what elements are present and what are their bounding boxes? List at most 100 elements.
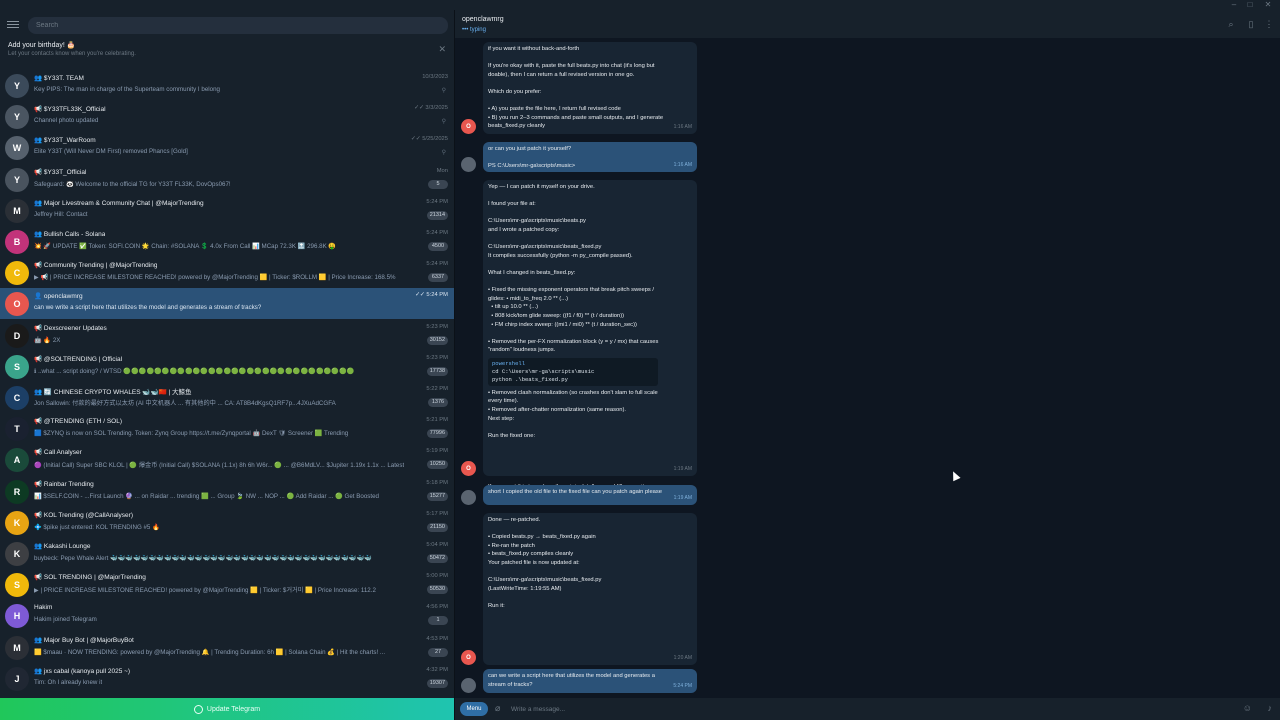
close-window-icon[interactable]: ✕ <box>1262 0 1274 10</box>
unread-badge: 21150 <box>427 522 448 532</box>
chat-preview: Jon Sallowin: 付款的最好方式以太坊 (AI 中文机器人 ... 有… <box>34 400 336 407</box>
search-input[interactable] <box>28 17 448 34</box>
birthday-banner[interactable]: Add your birthday! 🎂 Let your contacts k… <box>0 40 454 60</box>
message-line: PS C:\Users\mr-ga\scripts\music> <box>488 163 576 170</box>
incoming-message[interactable]: Yep — I can patch it myself on your driv… <box>483 180 697 499</box>
message-line: • Removed after-chatter normalization (s… <box>488 407 626 414</box>
chat-preview: 💠 $pike just entered: KOL TRENDING #5 🔥 <box>34 523 160 531</box>
maximize-icon[interactable]: □ <box>1244 0 1256 10</box>
message-area[interactable]: if you want it without back-and-forth If … <box>455 38 1280 698</box>
chat-list-item[interactable]: W 👥 $Y33T_WarRoom Elite Y33T (Will Never D… <box>0 132 454 163</box>
pin-icon: ⚲ <box>441 119 446 126</box>
chat-time: 4:32 PM <box>426 666 448 673</box>
chat-list-item[interactable]: K 👥 Kakashi Lounge buybeck: Pepe Whale Ale… <box>0 538 454 569</box>
chat-list-item[interactable]: A 📢 Call Analyser 🟣 (Initial Call) Super S… <box>0 444 454 475</box>
chat-name: 👤 openclawmrg <box>34 293 83 301</box>
message-line: • FM chirp index sweep: ((mi1 / mi0) ** … <box>488 321 637 328</box>
chat-list-item[interactable]: D 📢 Dexscreener Updates 🤖 🔥 2X 5:23 PM 30152 <box>0 320 454 351</box>
chat-list-item[interactable]: Y 📢 $Y33TFL33K_Official Channel photo upda… <box>0 101 454 132</box>
title-bar: – □ ✕ <box>0 0 1280 10</box>
message-avatar[interactable]: O <box>461 119 476 134</box>
message-avatar[interactable] <box>461 157 476 172</box>
sidebar-toggle-icon[interactable]: ▯ <box>1246 19 1256 29</box>
message-line: can we write a script here that utilizes… <box>488 673 655 679</box>
incoming-message[interactable]: Done — re-patched. • Copied beats.py → be… <box>483 513 697 665</box>
pin-icon: ⚲ <box>441 150 446 157</box>
chat-list-item[interactable]: K 📢 KOL Trending (@CallAnalyser) 💠 $pike j… <box>0 507 454 538</box>
incoming-message[interactable]: if you want it without back-and-forth If … <box>483 42 697 134</box>
update-label: Update Telegram <box>206 705 261 713</box>
message-line: If you're okay with it, paste the full b… <box>488 63 655 70</box>
message-time: 5:24 PM <box>673 683 692 690</box>
code-block[interactable]: powershell cd C:\Users\mr-ga\scripts\musi… <box>488 357 658 386</box>
outgoing-message[interactable]: short I copied the old file to the fixed… <box>483 485 697 505</box>
chat-time: Mon <box>436 167 448 174</box>
chat-list-item[interactable]: C 👥 🔄 CHINESE CRYPTO WHALES 🐋🐋🇨🇳 | 大鲸鱼 Jon… <box>0 382 454 413</box>
unread-badge: 17738 <box>426 366 448 376</box>
chat-list-item[interactable]: B 👥 Bullish Calls - Solana 💥 🚀 UPDATE ✅ To… <box>0 226 454 257</box>
close-icon[interactable]: ✕ <box>438 44 446 55</box>
message-avatar[interactable] <box>461 490 476 505</box>
avatar: M <box>5 198 29 223</box>
chat-list-item[interactable]: M 👥 Major Buy Bot | @MajorBuyBot 🟨 $maau ·… <box>0 632 454 663</box>
message-line: • A) you paste the file here, I return f… <box>488 106 621 113</box>
message-line: • B) you run 2–3 commands and paste smal… <box>488 114 664 121</box>
bot-menu-button[interactable]: Menu <box>460 702 488 716</box>
outgoing-message[interactable]: or can you just patch it yourself? PS C:\… <box>483 142 697 172</box>
message-time: 1:16 AM <box>673 162 692 169</box>
more-options-icon[interactable]: ⋮ <box>1264 19 1274 29</box>
unread-badge: 15277 <box>426 491 448 501</box>
chat-list-item[interactable]: R 📢 Rainbar Trending 📊 $SELF.COIN - ...Fir… <box>0 476 454 507</box>
chat-list-item[interactable]: C 📢 Community Trending | @MajorTrending ▶ … <box>0 257 454 288</box>
message-line <box>488 154 692 163</box>
message-avatar[interactable]: O <box>461 650 476 665</box>
chat-preview: 📊 $SELF.COIN - ...First Launch 🔮 ... on … <box>34 492 379 500</box>
microphone-icon[interactable]: ♪ <box>1268 703 1273 713</box>
message-avatar[interactable] <box>461 678 476 693</box>
birthday-title: Add your birthday! 🎂 <box>8 42 76 49</box>
paperclip-icon[interactable]: ⌀ <box>495 703 500 714</box>
avatar: J <box>5 666 29 691</box>
chat-name: 📢 SOL TRENDING | @MajorTrending <box>34 574 146 582</box>
message-line: • tilt up 10.0 ** (...) <box>488 304 539 311</box>
chat-preview: 🟦 $ZYNQ is now on SOL Trending. Token: Z… <box>34 430 349 438</box>
update-telegram-button[interactable]: Update Telegram <box>0 698 454 720</box>
message-line: doable), then I can return a full revise… <box>488 71 635 78</box>
telegram-window: – □ ✕ Add your birthday! 🎂 Let your cont… <box>0 0 1280 720</box>
chat-list-item[interactable]: S 📢 SOL TRENDING | @MajorTrending ▶ | PRIC… <box>0 569 454 600</box>
message-avatar[interactable]: O <box>461 461 476 476</box>
chat-name: 📢 @TRENDING (ETH / SOL) <box>34 418 123 426</box>
emoji-icon[interactable]: ☺ <box>1243 703 1252 713</box>
chat-time: ✓✓ 5/25/2025 <box>410 136 448 143</box>
chat-list-item[interactable]: M 👥 Major Livestream & Community Chat | @… <box>0 195 454 226</box>
chat-list-item[interactable]: O 👤 openclawmrg can we write a script here… <box>0 288 454 320</box>
avatar: A <box>5 448 29 473</box>
message-line: Next step: <box>488 415 515 422</box>
chat-name: 📢 Rainbar Trending <box>34 480 94 488</box>
minimize-icon[interactable]: – <box>1228 0 1240 10</box>
avatar: R <box>5 479 29 504</box>
chat-name: 👥 Bullish Calls - Solana <box>34 231 106 238</box>
chat-list-item[interactable]: S 📢 @SOLTRENDING | Official ℹ ..what ... s… <box>0 351 454 382</box>
chat-list-item[interactable]: Y 👥 $Y33T. TEAM Key PIPS: The man in charg… <box>0 70 454 101</box>
outgoing-message[interactable]: can we write a script here that utilizes… <box>483 669 697 693</box>
message-time: 1:19 AM <box>673 466 692 473</box>
chat-list-item[interactable]: Y 📢 $Y33T_Official Safeguard: 🐼 Welcome to… <box>0 164 454 195</box>
chat-list-item[interactable]: H Hakim Hakim joined Telegram 4:56 PM 1 <box>0 600 454 631</box>
message-line <box>488 475 692 484</box>
avatar: S <box>5 573 29 598</box>
birthday-subtitle: Let your contacts know when you're celeb… <box>8 51 136 57</box>
unread-badge: 50472 <box>426 554 448 563</box>
peer-name[interactable]: openclawmrg <box>462 16 504 23</box>
message-line: What I changed in beats_fixed.py: <box>488 269 576 276</box>
search-icon[interactable]: ⌕ <box>1226 19 1236 29</box>
chat-preview: Key PIPS: The man in charge of the Super… <box>34 86 220 93</box>
update-icon <box>193 704 203 714</box>
message-input[interactable] <box>511 703 1211 715</box>
hamburger-menu-icon[interactable] <box>7 19 19 31</box>
chat-list-item[interactable]: T 📢 @TRENDING (ETH / SOL) 🟦 $ZYNQ is now o… <box>0 413 454 444</box>
chat-header[interactable]: openclawmrg ••• typing ⌕ ▯ ⋮ <box>455 10 1280 38</box>
message-line <box>488 423 692 432</box>
chat-list-item[interactable]: J 👥 jxs cabal (kanoya pull 2025 ~) Tim: Oh… <box>0 663 454 694</box>
message-line <box>488 192 692 201</box>
